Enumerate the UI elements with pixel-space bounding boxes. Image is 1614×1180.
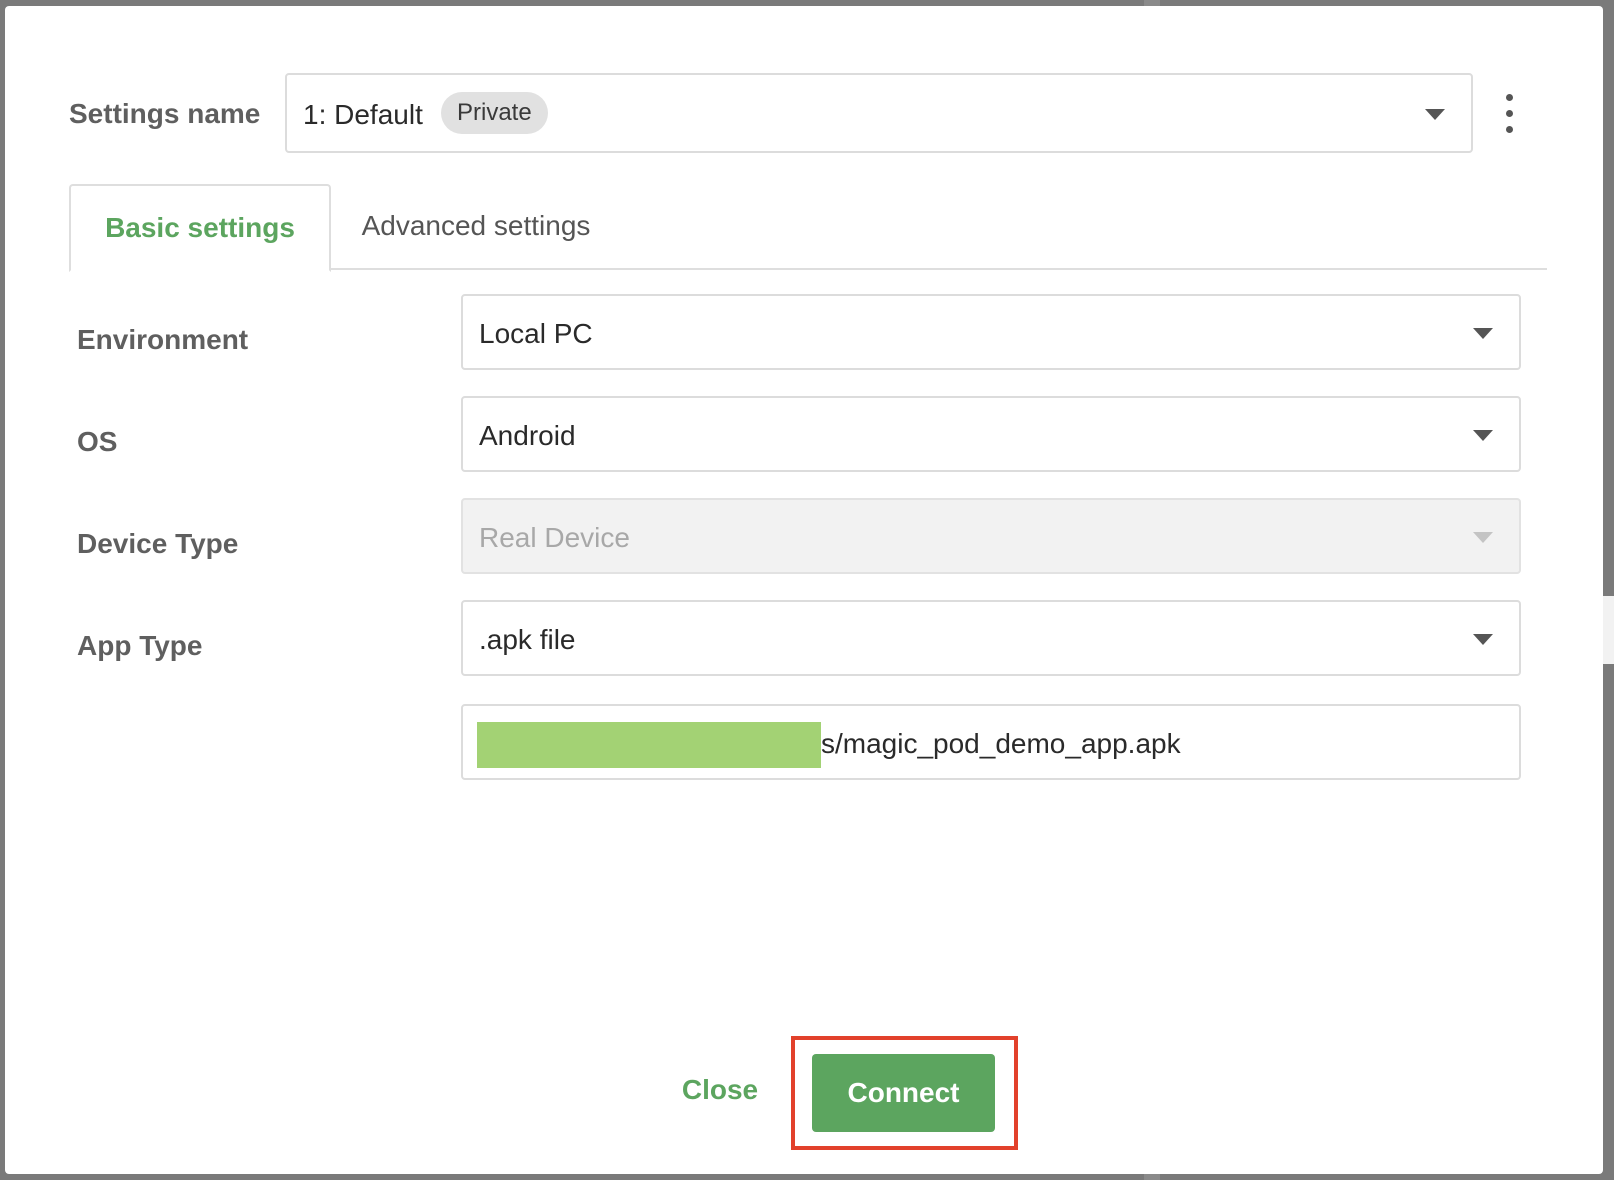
tab-basic-settings[interactable]: Basic settings — [69, 184, 331, 272]
private-badge: Private — [441, 92, 548, 134]
app-path-input[interactable]: s/magic_pod_demo_app.apk — [461, 704, 1521, 780]
connect-button[interactable]: Connect — [812, 1054, 995, 1132]
os-value: Android — [479, 420, 576, 451]
environment-label: Environment — [77, 324, 249, 355]
app-path-value: s/magic_pod_demo_app.apk — [821, 728, 1181, 759]
redacted-path-block — [477, 722, 821, 768]
device-type-value: Real Device — [479, 522, 630, 553]
app-type-value: .apk file — [479, 624, 576, 655]
chevron-down-icon — [1473, 328, 1493, 339]
more-options-icon[interactable] — [1498, 94, 1522, 134]
settings-name-value: 1: Default — [303, 99, 423, 130]
device-type-select: Real Device — [461, 498, 1521, 574]
chevron-down-icon — [1425, 109, 1445, 120]
os-select[interactable]: Android — [461, 396, 1521, 472]
connection-settings-dialog: Settings name 1: Default Private Basic s… — [5, 6, 1603, 1174]
environment-select[interactable]: Local PC — [461, 294, 1521, 370]
settings-name-label: Settings name — [69, 98, 261, 129]
chevron-down-icon — [1473, 532, 1493, 543]
settings-tabs: Basic settings Advanced settings — [69, 184, 1547, 272]
environment-value: Local PC — [479, 318, 593, 349]
os-label: OS — [77, 426, 118, 457]
chevron-down-icon — [1473, 430, 1493, 441]
backdrop-edge — [1603, 596, 1614, 664]
tab-advanced-settings[interactable]: Advanced settings — [331, 184, 621, 270]
app-type-select[interactable]: .apk file — [461, 600, 1521, 676]
close-button[interactable]: Close — [665, 1074, 775, 1114]
chevron-down-icon — [1473, 634, 1493, 645]
settings-name-select[interactable]: 1: Default Private — [285, 73, 1473, 153]
device-type-label: Device Type — [77, 528, 239, 559]
app-type-label: App Type — [77, 630, 203, 661]
